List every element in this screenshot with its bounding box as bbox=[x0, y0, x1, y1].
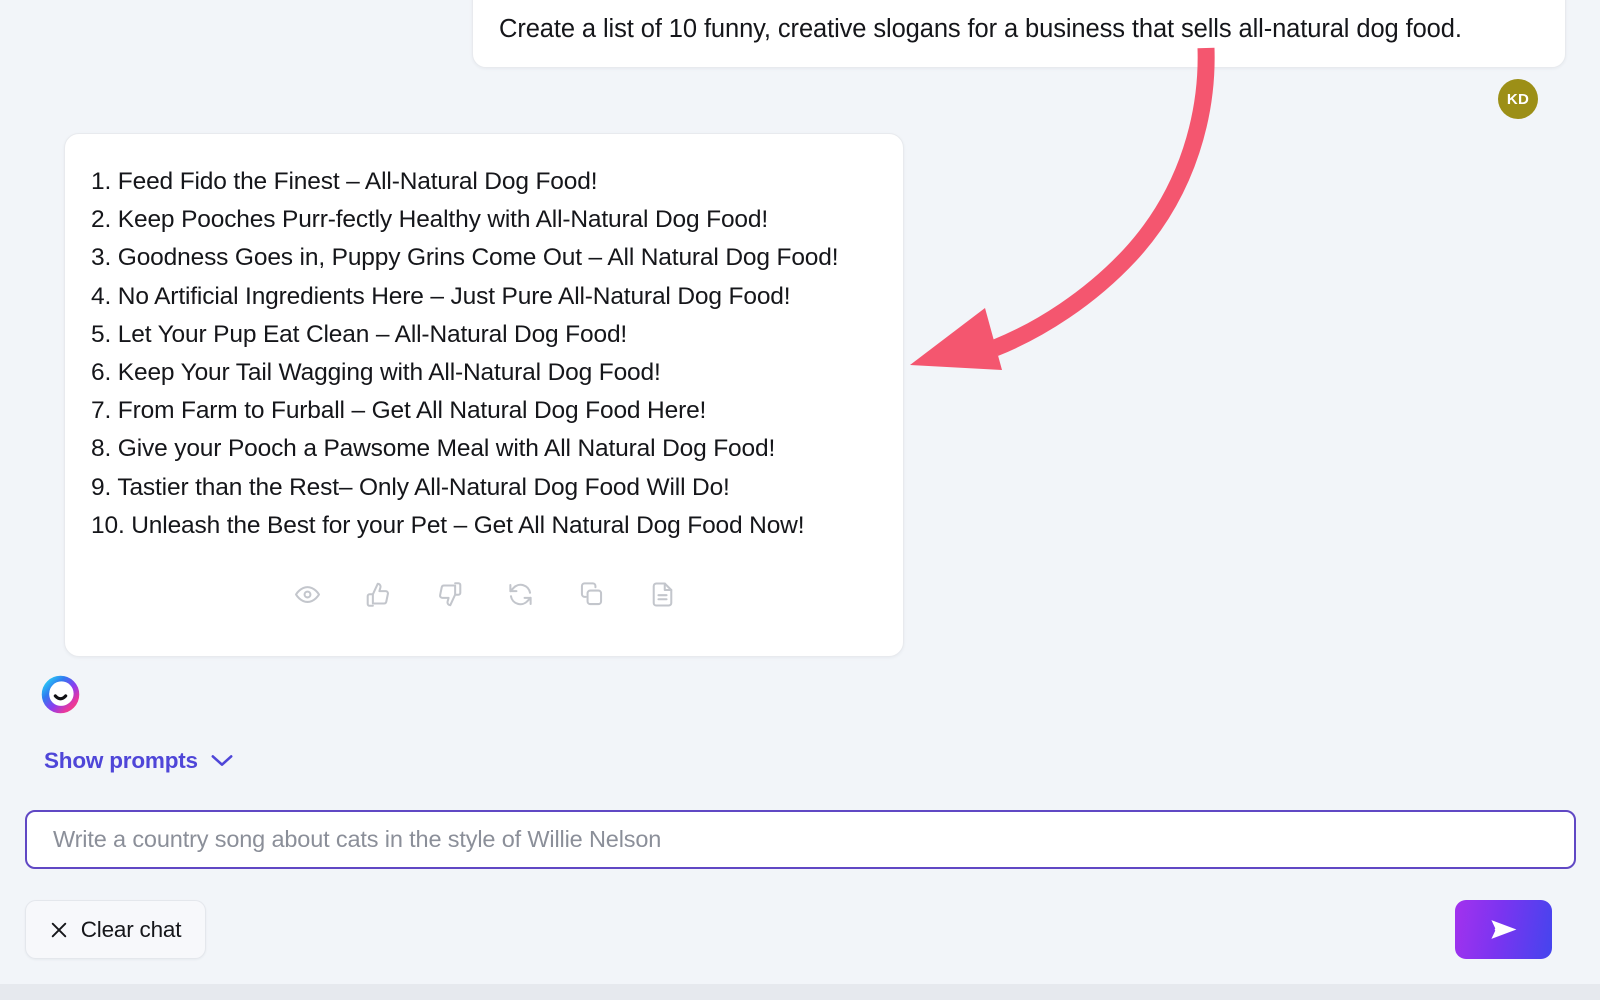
response-action-row bbox=[65, 577, 905, 611]
close-x-icon bbox=[50, 921, 68, 939]
chat-input[interactable] bbox=[27, 812, 1574, 867]
slogan-list: 1. Feed Fido the Finest – All-Natural Do… bbox=[91, 163, 891, 545]
user-message-bubble: Create a list of 10 funny, creative slog… bbox=[472, 0, 1566, 68]
list-item: 4. No Artificial Ingredients Here – Just… bbox=[91, 278, 891, 316]
show-prompts-label: Show prompts bbox=[44, 748, 198, 774]
smiley-ring-logo bbox=[38, 672, 83, 717]
user-message-text: Create a list of 10 funny, creative slog… bbox=[499, 13, 1462, 45]
clear-chat-button[interactable]: Clear chat bbox=[25, 900, 206, 959]
assistant-response-card: 1. Feed Fido the Finest – All-Natural Do… bbox=[64, 133, 904, 657]
document-icon[interactable] bbox=[646, 577, 680, 611]
annotation-arrow bbox=[890, 40, 1230, 390]
list-item: 5. Let Your Pup Eat Clean – All-Natural … bbox=[91, 316, 891, 354]
list-item: 8. Give your Pooch a Pawsome Meal with A… bbox=[91, 430, 891, 468]
eye-icon[interactable] bbox=[291, 577, 325, 611]
avatar-initials: KD bbox=[1507, 91, 1529, 108]
list-item: 2. Keep Pooches Purr-fectly Healthy with… bbox=[91, 201, 891, 239]
bottom-band bbox=[0, 984, 1600, 1000]
copy-icon[interactable] bbox=[575, 577, 609, 611]
thumbs-up-icon[interactable] bbox=[362, 577, 396, 611]
regenerate-icon[interactable] bbox=[504, 577, 538, 611]
send-button[interactable] bbox=[1455, 900, 1552, 959]
chat-input-container[interactable] bbox=[25, 810, 1576, 869]
chevron-down-icon bbox=[211, 754, 233, 768]
list-item: 9. Tastier than the Rest– Only All-Natur… bbox=[91, 469, 891, 507]
avatar[interactable]: KD bbox=[1498, 79, 1538, 119]
list-item: 3. Goodness Goes in, Puppy Grins Come Ou… bbox=[91, 239, 891, 277]
list-item: 7. From Farm to Furball – Get All Natura… bbox=[91, 392, 891, 430]
list-item: 1. Feed Fido the Finest – All-Natural Do… bbox=[91, 163, 891, 201]
thumbs-down-icon[interactable] bbox=[433, 577, 467, 611]
list-item: 6. Keep Your Tail Wagging with All-Natur… bbox=[91, 354, 891, 392]
show-prompts-toggle[interactable]: Show prompts bbox=[44, 748, 233, 774]
list-item: 10. Unleash the Best for your Pet – Get … bbox=[91, 507, 891, 545]
send-paper-plane-icon bbox=[1487, 913, 1520, 946]
clear-chat-label: Clear chat bbox=[81, 917, 182, 943]
